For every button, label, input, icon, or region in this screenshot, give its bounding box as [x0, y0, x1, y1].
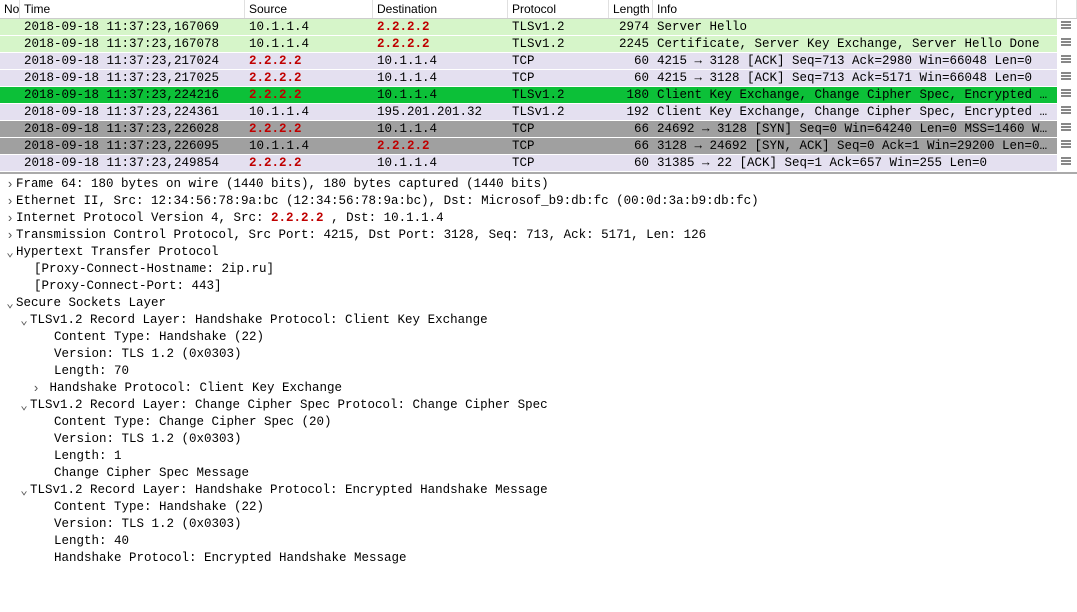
tls-record: TLSv1.2 Record Layer: Handshake Protocol… [30, 313, 488, 327]
tree-row[interactable]: ›Transmission Control Protocol, Src Port… [0, 227, 1077, 244]
tree-row[interactable]: Content Type: Handshake (22) [0, 329, 1077, 346]
tree-row[interactable]: ⌄Secure Sockets Layer [0, 295, 1077, 312]
packet-row[interactable]: 2018-09-18 11:37:23,2260282.2.2.210.1.1.… [0, 121, 1077, 138]
ip-src: 2.2.2.2 [271, 211, 324, 225]
chevron-right-icon[interactable]: › [4, 211, 16, 228]
minimap-cell [1057, 70, 1077, 86]
col-src[interactable]: Source [245, 0, 373, 18]
minimap-cell [1057, 53, 1077, 69]
chevron-right-icon[interactable]: › [4, 228, 16, 245]
column-header-row[interactable]: No. Time Source Destination Protocol Len… [0, 0, 1077, 19]
ssl-summary: Secure Sockets Layer [16, 296, 166, 310]
minimap-cell [1057, 104, 1077, 120]
minimap-cell [1057, 121, 1077, 137]
tree-row[interactable]: › Handshake Protocol: Client Key Exchang… [0, 380, 1077, 397]
col-minimap [1057, 0, 1077, 18]
minimap-cell [1057, 36, 1077, 52]
packet-row[interactable]: 2018-09-18 11:37:23,2170242.2.2.210.1.1.… [0, 53, 1077, 70]
tree-row[interactable]: Change Cipher Spec Message [0, 465, 1077, 482]
packet-row[interactable]: 2018-09-18 11:37:23,2498542.2.2.210.1.1.… [0, 155, 1077, 172]
tree-row[interactable]: Version: TLS 1.2 (0x0303) [0, 516, 1077, 533]
tree-row[interactable]: [Proxy-Connect-Port: 443] [0, 278, 1077, 295]
chevron-down-icon[interactable]: ⌄ [4, 296, 16, 313]
minimap-cell [1057, 19, 1077, 35]
handshake-protocol: Handshake Protocol: Client Key Exchange [50, 381, 343, 395]
packet-list[interactable]: No. Time Source Destination Protocol Len… [0, 0, 1077, 174]
col-prot[interactable]: Protocol [508, 0, 609, 18]
tls-record: TLSv1.2 Record Layer: Handshake Protocol… [30, 483, 548, 497]
chevron-right-icon[interactable]: › [4, 194, 16, 211]
packet-row[interactable]: 2018-09-18 11:37:23,2242162.2.2.210.1.1.… [0, 87, 1077, 104]
packet-row[interactable]: 2018-09-18 11:37:23,22609510.1.1.42.2.2.… [0, 138, 1077, 155]
col-no[interactable]: No. [0, 0, 20, 18]
tls-record: TLSv1.2 Record Layer: Change Cipher Spec… [30, 398, 548, 412]
tree-row[interactable]: Version: TLS 1.2 (0x0303) [0, 431, 1077, 448]
chevron-right-icon[interactable]: › [30, 381, 42, 398]
ip-summary-pre: Internet Protocol Version 4, Src: [16, 211, 271, 225]
chevron-down-icon[interactable]: ⌄ [18, 313, 30, 330]
tree-row[interactable]: Content Type: Handshake (22) [0, 499, 1077, 516]
packet-row[interactable]: 2018-09-18 11:37:23,16706910.1.1.42.2.2.… [0, 19, 1077, 36]
tree-row[interactable]: ⌄TLSv1.2 Record Layer: Handshake Protoco… [0, 482, 1077, 499]
tree-row[interactable]: Length: 70 [0, 363, 1077, 380]
chevron-down-icon[interactable]: ⌄ [18, 398, 30, 415]
tree-row[interactable]: ›Internet Protocol Version 4, Src: 2.2.2… [0, 210, 1077, 227]
packet-row[interactable]: 2018-09-18 11:37:23,2170252.2.2.210.1.1.… [0, 70, 1077, 87]
tree-row[interactable]: ⌄TLSv1.2 Record Layer: Change Cipher Spe… [0, 397, 1077, 414]
chevron-right-icon[interactable]: › [4, 177, 16, 194]
chevron-down-icon[interactable]: ⌄ [4, 245, 16, 262]
col-info[interactable]: Info [653, 0, 1057, 18]
chevron-down-icon[interactable]: ⌄ [18, 483, 30, 500]
tree-row[interactable]: Handshake Protocol: Encrypted Handshake … [0, 550, 1077, 567]
tree-row[interactable]: ›Frame 64: 180 bytes on wire (1440 bits)… [0, 176, 1077, 193]
col-time[interactable]: Time [20, 0, 245, 18]
packet-row[interactable]: 2018-09-18 11:37:23,16707810.1.1.42.2.2.… [0, 36, 1077, 53]
tree-row[interactable]: [Proxy-Connect-Hostname: 2ip.ru] [0, 261, 1077, 278]
tree-row[interactable]: ›Ethernet II, Src: 12:34:56:78:9a:bc (12… [0, 193, 1077, 210]
minimap-cell [1057, 87, 1077, 103]
packet-details[interactable]: ›Frame 64: 180 bytes on wire (1440 bits)… [0, 174, 1077, 612]
tree-row[interactable]: ⌄TLSv1.2 Record Layer: Handshake Protoco… [0, 312, 1077, 329]
eth-summary: Ethernet II, Src: 12:34:56:78:9a:bc (12:… [16, 194, 759, 208]
tree-row[interactable]: Length: 40 [0, 533, 1077, 550]
col-dst[interactable]: Destination [373, 0, 508, 18]
ip-summary-post: , Dst: 10.1.1.4 [324, 211, 444, 225]
tree-row[interactable]: Content Type: Change Cipher Spec (20) [0, 414, 1077, 431]
minimap-cell [1057, 155, 1077, 171]
col-len[interactable]: Length [609, 0, 653, 18]
minimap-cell [1057, 138, 1077, 154]
http-summary: Hypertext Transfer Protocol [16, 245, 219, 259]
tree-row[interactable]: ⌄Hypertext Transfer Protocol [0, 244, 1077, 261]
tree-row[interactable]: Length: 1 [0, 448, 1077, 465]
packet-row[interactable]: 2018-09-18 11:37:23,22436110.1.1.4195.20… [0, 104, 1077, 121]
tcp-summary: Transmission Control Protocol, Src Port:… [16, 228, 706, 242]
frame-summary: Frame 64: 180 bytes on wire (1440 bits),… [16, 177, 549, 191]
tree-row[interactable]: Version: TLS 1.2 (0x0303) [0, 346, 1077, 363]
